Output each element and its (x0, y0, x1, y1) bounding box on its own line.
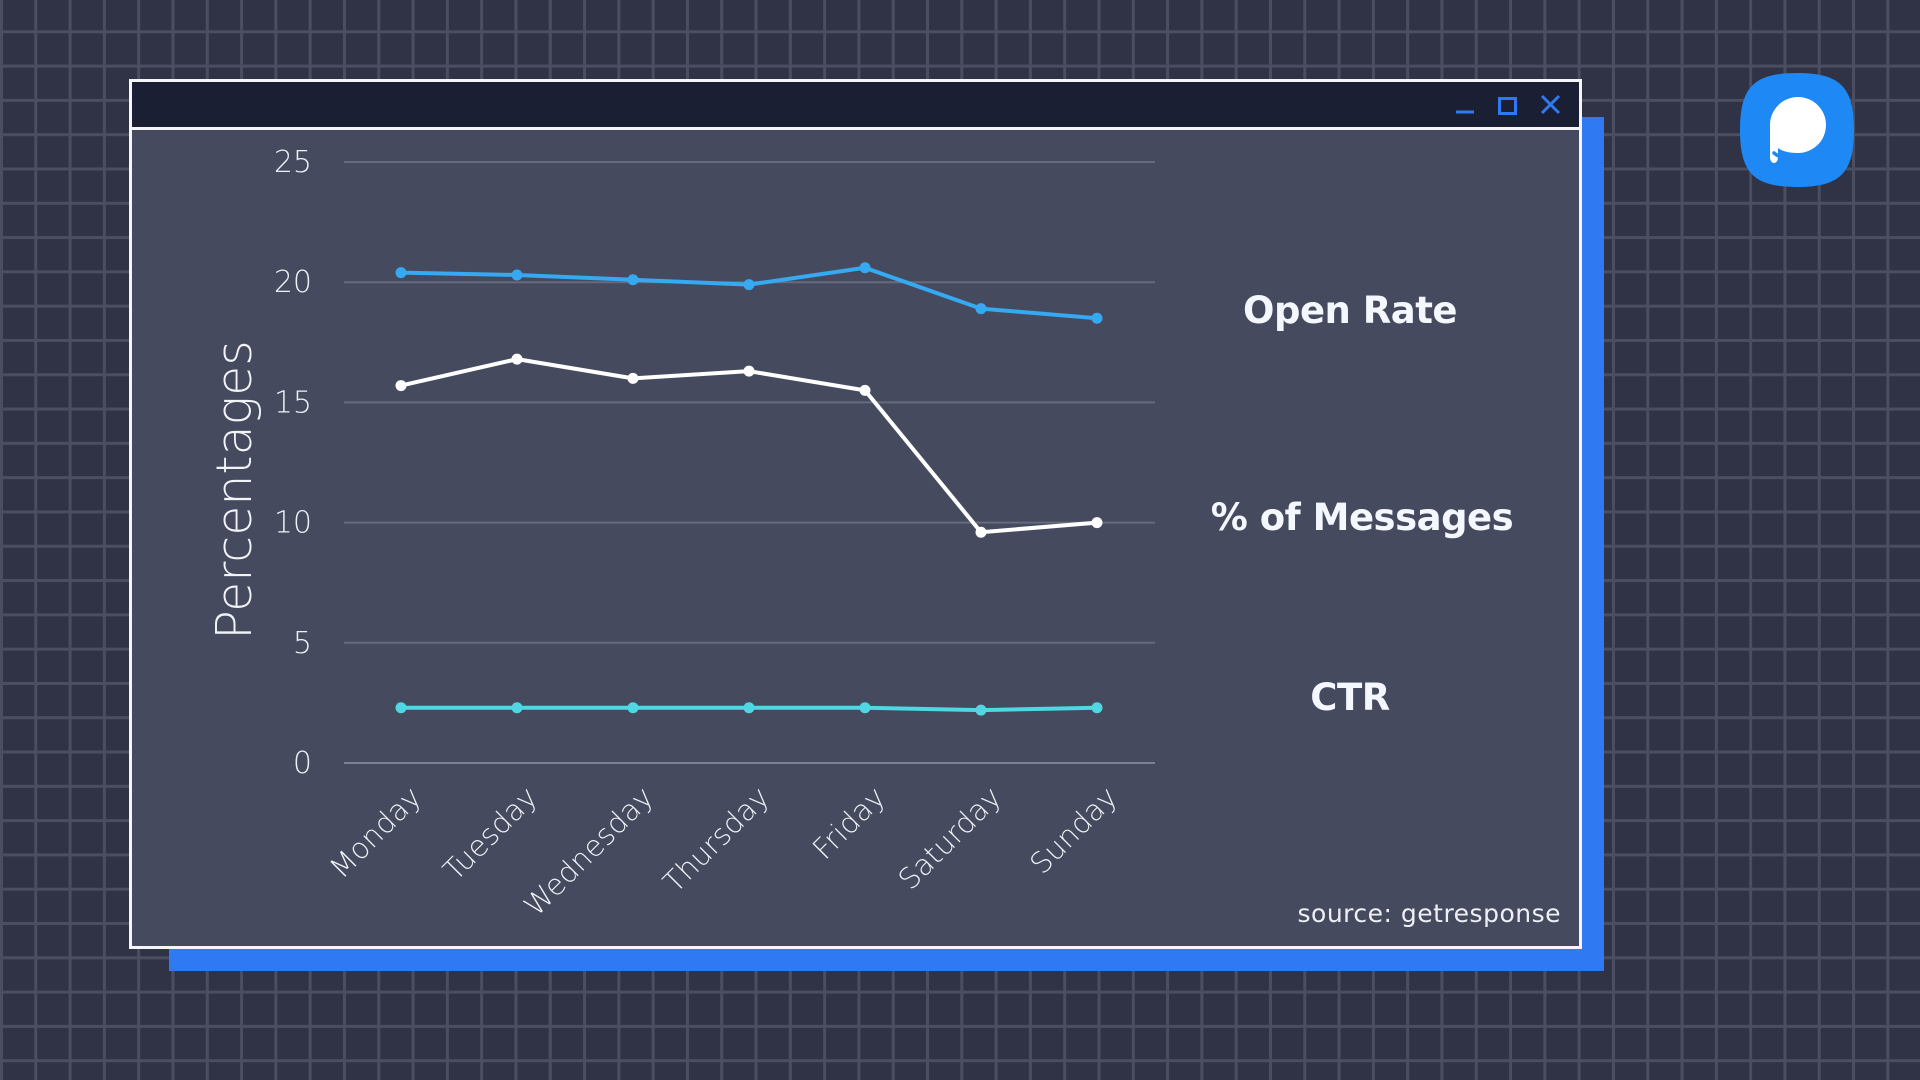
data-point (859, 262, 871, 274)
messages-label: % of Messages (1210, 496, 1514, 539)
y-tick-label: 25 (274, 145, 312, 180)
data-point (743, 365, 755, 377)
y-tick-label: 10 (274, 506, 312, 541)
data-point (395, 267, 407, 279)
y-tick-label: 15 (274, 385, 312, 420)
x-tick-label: Thursday (657, 780, 776, 899)
data-point (975, 303, 987, 315)
data-point (975, 704, 987, 716)
data-point (743, 279, 755, 291)
chart-window: 0 5 10 15 20 25 Monday Tuesday Wednesday Thursda… (129, 79, 1582, 949)
x-axis-ticks: Monday TuesdayWednesdayThursday Friday Satu… (323, 780, 1124, 923)
series-of-messages (395, 353, 1103, 538)
data-point (627, 702, 639, 714)
y-axis-title: Percentages (206, 340, 263, 639)
data-point (511, 702, 523, 714)
data-point (511, 269, 523, 281)
x-tick-label: Saturday (891, 780, 1007, 896)
y-tick-label: 20 (274, 265, 312, 300)
data-point (1091, 312, 1103, 324)
x-tick-label: Friday (806, 780, 892, 866)
pitch-logo-icon (1740, 73, 1854, 187)
series-ctr (395, 702, 1103, 716)
data-point (627, 372, 639, 384)
data-point (395, 380, 407, 392)
data-point (1091, 517, 1103, 529)
series-open-rate (395, 262, 1103, 324)
series-lines (395, 262, 1103, 716)
y-axis-ticks: 0 5 10 15 20 25 (274, 145, 312, 781)
x-tick-label: Sunday (1023, 780, 1124, 881)
ctr-label: CTR (1310, 676, 1390, 719)
source-note: source: getresponse (1297, 899, 1561, 928)
data-point (395, 702, 407, 714)
y-tick-label: 0 (293, 746, 312, 781)
series-line (400, 357, 1098, 535)
data-point (859, 384, 871, 396)
data-point (1091, 702, 1103, 714)
data-point (627, 274, 639, 286)
x-tick-label: Monday (323, 780, 428, 885)
x-tick-label: Tuesday (436, 780, 543, 887)
data-point (975, 526, 987, 538)
data-point (859, 702, 871, 714)
gridlines (344, 161, 1155, 764)
data-point (511, 353, 523, 365)
y-tick-label: 5 (293, 626, 312, 661)
open-rate-label: Open Rate (1243, 289, 1458, 332)
data-point (743, 702, 755, 714)
series-line (400, 265, 1098, 321)
